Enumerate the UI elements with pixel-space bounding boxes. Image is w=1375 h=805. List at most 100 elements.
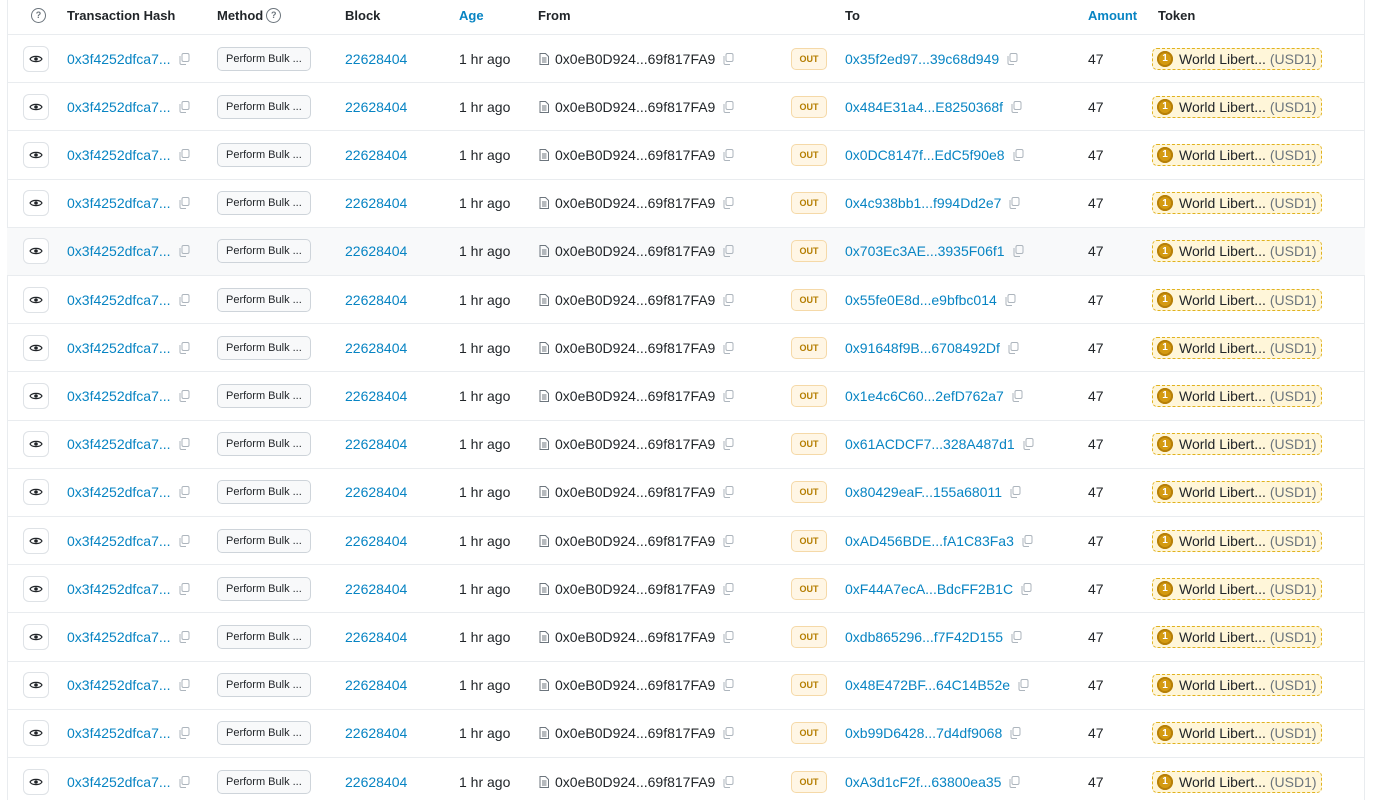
token-link[interactable]: 1 World Libert... (USD1) (1152, 770, 1322, 793)
view-details-button[interactable] (23, 45, 49, 72)
tx-hash-link[interactable]: 0x3f4252dfca7... (67, 99, 171, 115)
token-link[interactable]: 1 World Libert... (USD1) (1152, 143, 1322, 166)
copy-icon[interactable] (179, 582, 190, 595)
token-link[interactable]: 1 World Libert... (USD1) (1152, 288, 1322, 311)
copy-icon[interactable] (723, 245, 734, 258)
method-badge[interactable]: Perform Bulk ... (217, 769, 311, 794)
from-address[interactable]: 0x0eB0D924...69f817FA9 (555, 195, 715, 211)
copy-icon[interactable] (179, 486, 190, 499)
tx-hash-link[interactable]: 0x3f4252dfca7... (67, 388, 171, 404)
copy-icon[interactable] (179, 197, 190, 210)
from-address[interactable]: 0x0eB0D924...69f817FA9 (555, 677, 715, 693)
view-details-button[interactable] (23, 623, 49, 650)
token-link[interactable]: 1 World Libert... (USD1) (1152, 481, 1322, 504)
block-link[interactable]: 22628404 (345, 774, 407, 790)
amount-header[interactable]: Amount (1088, 0, 1137, 30)
help-header[interactable]: ? (31, 0, 46, 30)
to-address-link[interactable]: 0x0DC8147f...EdC5f90e8 (845, 147, 1005, 163)
copy-icon[interactable] (179, 679, 190, 692)
tx-hash-link[interactable]: 0x3f4252dfca7... (67, 436, 171, 452)
block-link[interactable]: 22628404 (345, 243, 407, 259)
token-link[interactable]: 1 World Libert... (USD1) (1152, 95, 1322, 118)
method-badge[interactable]: Perform Bulk ... (217, 287, 311, 312)
token-link[interactable]: 1 World Libert... (USD1) (1152, 336, 1322, 359)
copy-icon[interactable] (1011, 630, 1022, 643)
from-address[interactable]: 0x0eB0D924...69f817FA9 (555, 51, 715, 67)
to-address-link[interactable]: 0x1e4c6C60...2efD762a7 (845, 388, 1004, 404)
copy-icon[interactable] (723, 148, 734, 161)
copy-icon[interactable] (1022, 534, 1033, 547)
copy-icon[interactable] (723, 630, 734, 643)
method-badge[interactable]: Perform Bulk ... (217, 721, 311, 746)
block-link[interactable]: 22628404 (345, 581, 407, 597)
method-badge[interactable]: Perform Bulk ... (217, 239, 311, 264)
tx-hash-link[interactable]: 0x3f4252dfca7... (67, 533, 171, 549)
token-link[interactable]: 1 World Libert... (USD1) (1152, 384, 1322, 407)
method-badge[interactable]: Perform Bulk ... (217, 46, 311, 71)
copy-icon[interactable] (1023, 438, 1034, 451)
copy-icon[interactable] (1021, 582, 1032, 595)
copy-icon[interactable] (179, 389, 190, 402)
copy-icon[interactable] (1011, 100, 1022, 113)
copy-icon[interactable] (1013, 245, 1024, 258)
copy-icon[interactable] (179, 245, 190, 258)
tx-hash-link[interactable]: 0x3f4252dfca7... (67, 774, 171, 790)
token-link[interactable]: 1 World Libert... (USD1) (1152, 433, 1322, 456)
copy-icon[interactable] (1010, 486, 1021, 499)
token-link[interactable]: 1 World Libert... (USD1) (1152, 674, 1322, 697)
copy-icon[interactable] (179, 630, 190, 643)
method-badge[interactable]: Perform Bulk ... (217, 191, 311, 216)
block-link[interactable]: 22628404 (345, 436, 407, 452)
from-address[interactable]: 0x0eB0D924...69f817FA9 (555, 533, 715, 549)
token-link[interactable]: 1 World Libert... (USD1) (1152, 722, 1322, 745)
copy-icon[interactable] (723, 438, 734, 451)
method-badge[interactable]: Perform Bulk ... (217, 142, 311, 167)
to-address-link[interactable]: 0x484E31a4...E8250368f (845, 99, 1003, 115)
from-address[interactable]: 0x0eB0D924...69f817FA9 (555, 725, 715, 741)
block-link[interactable]: 22628404 (345, 533, 407, 549)
view-details-button[interactable] (23, 720, 49, 747)
method-badge[interactable]: Perform Bulk ... (217, 576, 311, 601)
to-address-link[interactable]: 0xb99D6428...7d4df9068 (845, 725, 1002, 741)
block-link[interactable]: 22628404 (345, 677, 407, 693)
copy-icon[interactable] (1005, 293, 1016, 306)
to-address-link[interactable]: 0x80429eaF...155a68011 (845, 484, 1002, 500)
tx-hash-link[interactable]: 0x3f4252dfca7... (67, 195, 171, 211)
copy-icon[interactable] (179, 148, 190, 161)
to-address-link[interactable]: 0xF44A7ecA...BdcFF2B1C (845, 581, 1013, 597)
copy-icon[interactable] (1010, 727, 1021, 740)
to-address-link[interactable]: 0x703Ec3AE...3935F06f1 (845, 243, 1005, 259)
block-link[interactable]: 22628404 (345, 629, 407, 645)
from-address[interactable]: 0x0eB0D924...69f817FA9 (555, 774, 715, 790)
method-badge[interactable]: Perform Bulk ... (217, 94, 311, 119)
view-details-button[interactable] (23, 93, 49, 120)
copy-icon[interactable] (723, 679, 734, 692)
from-address[interactable]: 0x0eB0D924...69f817FA9 (555, 147, 715, 163)
copy-icon[interactable] (723, 486, 734, 499)
copy-icon[interactable] (179, 438, 190, 451)
view-details-button[interactable] (23, 238, 49, 265)
block-link[interactable]: 22628404 (345, 340, 407, 356)
copy-icon[interactable] (179, 341, 190, 354)
copy-icon[interactable] (723, 389, 734, 402)
token-link[interactable]: 1 World Libert... (USD1) (1152, 240, 1322, 263)
block-link[interactable]: 22628404 (345, 99, 407, 115)
block-link[interactable]: 22628404 (345, 195, 407, 211)
to-address-link[interactable]: 0xdb865296...f7F42D155 (845, 629, 1003, 645)
copy-icon[interactable] (1018, 679, 1029, 692)
method-badge[interactable]: Perform Bulk ... (217, 480, 311, 505)
copy-icon[interactable] (723, 534, 734, 547)
age-header[interactable]: Age (459, 0, 484, 30)
method-badge[interactable]: Perform Bulk ... (217, 528, 311, 553)
view-details-button[interactable] (23, 431, 49, 458)
view-details-button[interactable] (23, 286, 49, 313)
tx-hash-link[interactable]: 0x3f4252dfca7... (67, 581, 171, 597)
copy-icon[interactable] (1008, 341, 1019, 354)
tx-hash-link[interactable]: 0x3f4252dfca7... (67, 677, 171, 693)
token-link[interactable]: 1 World Libert... (USD1) (1152, 529, 1322, 552)
view-details-button[interactable] (23, 527, 49, 554)
to-address-link[interactable]: 0xAD456BDE...fA1C83Fa3 (845, 533, 1014, 549)
copy-icon[interactable] (1013, 148, 1024, 161)
copy-icon[interactable] (1007, 52, 1018, 65)
copy-icon[interactable] (723, 197, 734, 210)
